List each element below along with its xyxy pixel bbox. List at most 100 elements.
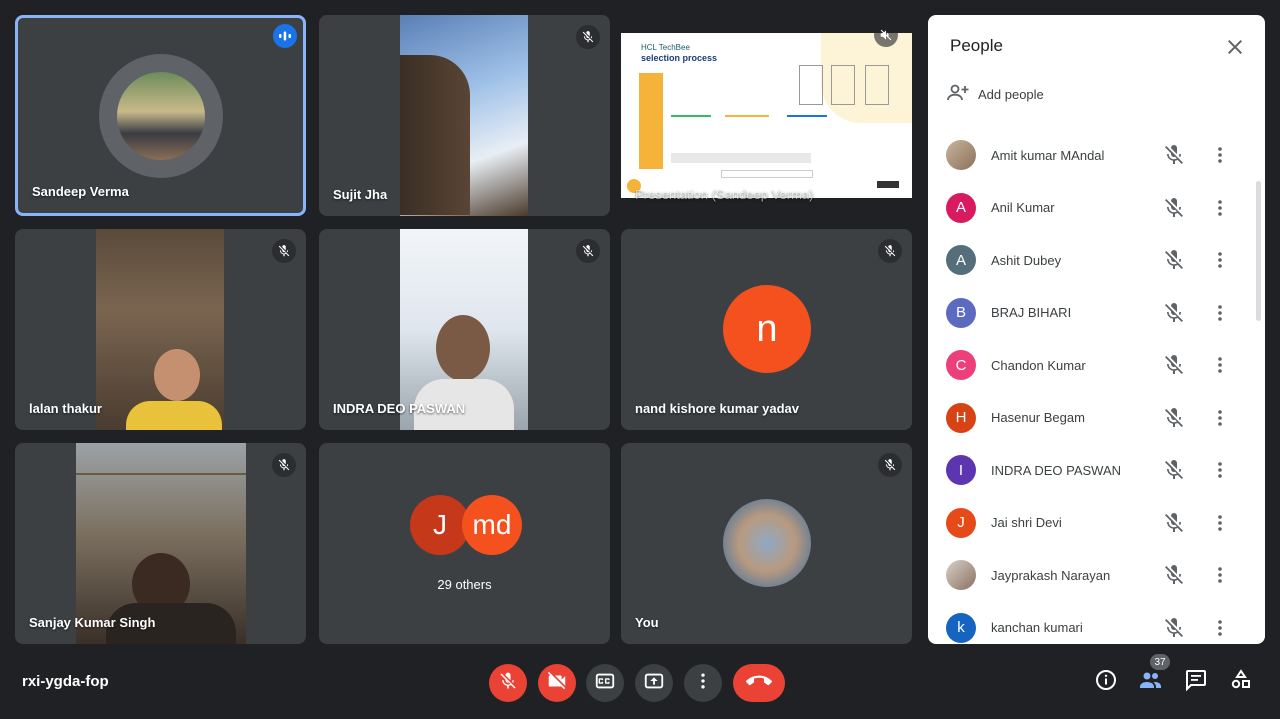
person-name: Chandon Kumar (991, 357, 1086, 373)
muted-mic-icon[interactable] (1162, 353, 1186, 377)
bottom-toolbar: rxi-ygda-fop 37 (0, 650, 1280, 719)
avatar: B (946, 297, 976, 328)
avatar: A (946, 192, 976, 223)
more-options-icon[interactable] (1208, 248, 1232, 272)
participant-name: INDRA DEO PASWAN (333, 401, 466, 416)
participant-name: Sanjay Kumar Singh (29, 615, 156, 630)
avatar-photo (946, 560, 976, 591)
slide-title-line1: HCL TechBee (641, 43, 690, 52)
activities-button[interactable] (1228, 668, 1254, 697)
participant-tile-sandeep-verma[interactable]: Sandeep Verma (15, 15, 306, 216)
person-name: Hasenur Begam (991, 410, 1085, 426)
participant-tile-sujit-jha[interactable]: Sujit Jha (319, 15, 610, 216)
muted-mic-icon[interactable] (1162, 616, 1186, 640)
more-options-button[interactable] (684, 664, 722, 702)
muted-mic-icon[interactable] (1162, 143, 1186, 167)
participant-tile-you[interactable]: You (621, 443, 912, 644)
person-name: Jai shri Devi (991, 515, 1062, 531)
person-name: Amit kumar MAndal (991, 147, 1105, 163)
meeting-code: rxi-ygda-fop (22, 673, 109, 690)
muted-mic-icon (272, 239, 296, 263)
list-item[interactable]: Jayprakash Narayan (928, 549, 1265, 602)
more-options-icon[interactable] (1208, 511, 1232, 535)
chat-icon (1184, 668, 1208, 697)
list-item[interactable]: A Anil Kumar (928, 182, 1265, 235)
muted-mic-icon[interactable] (1162, 406, 1186, 430)
more-options-icon[interactable] (1208, 196, 1232, 220)
more-options-icon[interactable] (1208, 616, 1232, 640)
speaking-indicator-icon (273, 24, 297, 48)
presentation-slide: HCL TechBee selection process (621, 33, 912, 198)
avatar-photo (117, 72, 205, 160)
people-count-badge: 37 (1150, 654, 1170, 670)
participant-tile-indra-deo-paswan[interactable]: INDRA DEO PASWAN (319, 229, 610, 430)
people-icon (1138, 668, 1164, 697)
people-list: Amit kumar MAndal A Anil Kumar A Ashit D… (928, 129, 1265, 644)
more-options-icon[interactable] (1208, 406, 1232, 430)
list-item[interactable]: C Chandon Kumar (928, 339, 1265, 392)
chat-button[interactable] (1183, 669, 1209, 695)
person-name: BRAJ BIHARI (991, 305, 1072, 321)
present-screen-button[interactable] (635, 664, 673, 702)
list-item[interactable]: H Hasenur Begam (928, 392, 1265, 445)
participant-name: Presentation (Sandeep Verma) (635, 187, 814, 202)
participant-name: nand kishore kumar yadav (635, 401, 800, 416)
person-name: Jayprakash Narayan (991, 567, 1111, 583)
more-options-icon[interactable] (1208, 458, 1232, 482)
add-people-button[interactable]: Add people (946, 83, 1044, 106)
muted-mic-icon[interactable] (1162, 301, 1186, 325)
mic-toggle-button[interactable] (489, 664, 527, 702)
muted-mic-icon (878, 239, 902, 263)
muted-mic-icon[interactable] (1162, 196, 1186, 220)
video-grid: Sandeep Verma Sujit Jha HCL TechBee sele… (15, 15, 913, 644)
muted-mic-icon[interactable] (1162, 458, 1186, 482)
people-panel: People Add people Amit kumar MAndal A An… (928, 15, 1265, 644)
list-item[interactable]: B BRAJ BIHARI (928, 287, 1265, 340)
participant-tile-lalan-thakur[interactable]: lalan thakur (15, 229, 306, 430)
scrollbar[interactable] (1256, 181, 1261, 321)
video-feed (76, 443, 246, 644)
muted-mic-icon[interactable] (1162, 563, 1186, 587)
person-name: Ashit Dubey (991, 252, 1062, 268)
activities-icon (1229, 668, 1253, 697)
presentation-tile[interactable]: HCL TechBee selection process Presentati… (621, 15, 912, 216)
add-people-label: Add people (978, 87, 1044, 102)
participant-name: lalan thakur (29, 401, 102, 416)
participant-tile-nand-kishore[interactable]: n nand kishore kumar yadav (621, 229, 912, 430)
muted-mic-icon (576, 239, 600, 263)
video-feed (400, 15, 528, 216)
participant-name: You (635, 615, 659, 630)
avatar-md: md (462, 495, 522, 555)
list-item[interactable]: J Jai shri Devi (928, 497, 1265, 550)
list-item[interactable]: Amit kumar MAndal (928, 129, 1265, 182)
close-icon[interactable] (1223, 35, 1247, 59)
slide-title-line2: selection process (641, 53, 718, 63)
avatar-photo (723, 499, 811, 587)
more-options-icon[interactable] (1208, 301, 1232, 325)
meeting-details-button[interactable] (1093, 669, 1119, 695)
others-count: 29 others (437, 577, 492, 592)
muted-mic-icon[interactable] (1162, 511, 1186, 535)
avatar: H (946, 402, 976, 433)
more-options-icon[interactable] (1208, 353, 1232, 377)
more-options-icon[interactable] (1208, 143, 1232, 167)
leave-call-button[interactable] (733, 664, 785, 702)
muted-mic-icon (576, 25, 600, 49)
list-item[interactable]: k kanchan kumari (928, 602, 1265, 645)
captions-button[interactable] (586, 664, 624, 702)
avatar: C (946, 350, 976, 381)
camera-off-icon (546, 670, 568, 697)
avatar: I (946, 455, 976, 486)
others-tile[interactable]: J md 29 others (319, 443, 610, 644)
participant-tile-sanjay-kumar-singh[interactable]: Sanjay Kumar Singh (15, 443, 306, 644)
camera-toggle-button[interactable] (538, 664, 576, 702)
present-icon (643, 670, 665, 697)
video-feed (400, 229, 528, 430)
call-end-icon (745, 668, 772, 699)
muted-mic-icon[interactable] (1162, 248, 1186, 272)
people-button[interactable] (1138, 669, 1164, 695)
list-item[interactable]: I INDRA DEO PASWAN (928, 444, 1265, 497)
list-item[interactable]: A Ashit Dubey (928, 234, 1265, 287)
more-options-icon[interactable] (1208, 563, 1232, 587)
avatar: k (946, 612, 976, 643)
